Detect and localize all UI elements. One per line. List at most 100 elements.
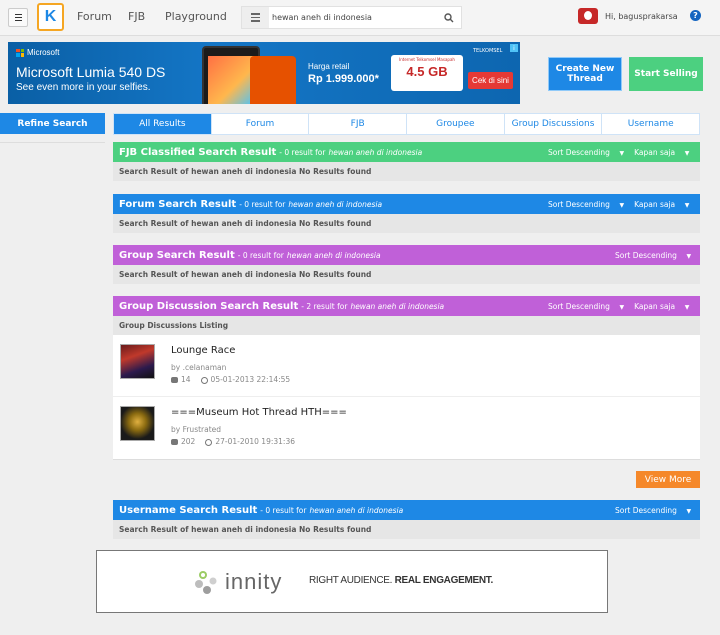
- sort-dropdown[interactable]: Sort Descending ▼: [548, 302, 624, 311]
- fjb-section: FJB Classified Search Result - 0 result …: [113, 142, 700, 181]
- result-count: - 2 result for: [301, 301, 348, 311]
- thread-date: 27-01-2010 19:31:36: [205, 437, 295, 446]
- sort-controls: Sort Descending ▼: [615, 245, 691, 265]
- microsoft-logo-icon: [16, 48, 24, 57]
- section-header: Group Search Result - 0 result for hewan…: [113, 245, 700, 265]
- user-greeting[interactable]: Hi, bagusprakarsa: [605, 12, 678, 21]
- sort-controls: Sort Descending ▼: [615, 500, 691, 520]
- search-category-button[interactable]: [242, 7, 269, 28]
- result-query: hewan aneh di indonesia: [328, 147, 423, 157]
- section-header: Group Discussion Search Result - 2 resul…: [113, 296, 700, 316]
- result-query: hewan aneh di indonesia: [350, 301, 445, 311]
- thread-date-value: 27-01-2010 19:31:36: [215, 437, 295, 446]
- section-body: Search Result of hewan aneh di indonesia…: [113, 162, 700, 181]
- ad-bottom-banner[interactable]: innity RIGHT AUDIENCE. REAL ENGAGEMENT.: [96, 550, 608, 613]
- thread-thumbnail[interactable]: [120, 406, 155, 441]
- tab-fjb[interactable]: FJB: [309, 114, 408, 134]
- ad-banner[interactable]: Microsoft Microsoft Lumia 540 DS See eve…: [8, 42, 520, 104]
- result-count: - 0 result for: [239, 199, 286, 209]
- search-icon: [444, 12, 454, 22]
- ad-data-value: 4.5 GB: [406, 64, 448, 79]
- tagline-part-a: RIGHT AUDIENCE.: [309, 575, 393, 586]
- sort-label: Sort Descending: [548, 301, 610, 311]
- search-box: [241, 6, 462, 29]
- refine-search-button[interactable]: Refine Search: [0, 113, 105, 134]
- sort-dropdown[interactable]: Sort Descending ▼: [615, 251, 691, 260]
- clock-icon: [205, 438, 213, 446]
- result-count: - 0 result for: [237, 250, 284, 260]
- thread-title[interactable]: ===Museum Hot Thread HTH===: [171, 407, 347, 418]
- chevron-down-icon: ▼: [619, 303, 625, 311]
- sort-dropdown[interactable]: Sort Descending ▼: [615, 506, 691, 515]
- section-body: Group Discussions Listing: [113, 316, 700, 335]
- forum-section: Forum Search Result - 0 result for hewan…: [113, 194, 700, 233]
- reply-count: 202: [171, 437, 195, 446]
- sort-label: Sort Descending: [615, 250, 677, 260]
- thread-title[interactable]: Lounge Race: [171, 345, 235, 356]
- thread-list: Lounge Race by .celanaman 14 05-01-2013 …: [113, 335, 700, 460]
- tab-all-results[interactable]: All Results: [114, 114, 212, 134]
- result-count: - 0 result for: [279, 147, 326, 157]
- chevron-down-icon: ▼: [684, 303, 690, 311]
- result-tabs: All Results Forum FJB Groupee Group Disc…: [113, 113, 700, 135]
- help-icon[interactable]: ?: [690, 10, 701, 21]
- list-item: ===Museum Hot Thread HTH=== by Frustrate…: [113, 397, 700, 459]
- ad-data-badge: Internet Telkomsel Masapah 4.5 GB: [391, 55, 463, 91]
- chevron-down-icon: ▼: [686, 252, 692, 260]
- tab-forum[interactable]: Forum: [212, 114, 310, 134]
- menu-button[interactable]: [8, 8, 28, 27]
- ad-price-label: Harga retail: [308, 62, 350, 71]
- comment-icon: [171, 377, 178, 383]
- nav-fjb[interactable]: FJB: [128, 10, 145, 23]
- result-query: hewan aneh di indonesia: [286, 250, 381, 260]
- reply-count-value: 14: [181, 375, 191, 384]
- phone-back-image: [250, 56, 296, 104]
- thread-meta: 14 05-01-2013 22:14:55: [171, 375, 290, 384]
- ad-data-note: Internet Telkomsel Masapah: [399, 57, 455, 62]
- group-section: Group Search Result - 0 result for hewan…: [113, 245, 700, 284]
- search-button[interactable]: [437, 7, 461, 28]
- thread-meta: 202 27-01-2010 19:31:36: [171, 437, 295, 446]
- nav-playground[interactable]: Playground: [165, 10, 227, 23]
- kaskus-logo[interactable]: K: [37, 3, 64, 31]
- thread-thumbnail[interactable]: [120, 344, 155, 379]
- tab-group-discussions[interactable]: Group Discussions: [505, 114, 603, 134]
- time-label: Kapan saja: [634, 301, 676, 311]
- innity-logo-icon: [195, 571, 217, 594]
- section-title: Group Discussion Search Result: [119, 300, 299, 312]
- thread-author[interactable]: by .celanaman: [171, 363, 226, 372]
- time-dropdown[interactable]: Kapan saja ▼: [634, 200, 689, 209]
- sort-controls: Sort Descending ▼ Kapan saja ▼: [548, 194, 689, 214]
- time-dropdown[interactable]: Kapan saja ▼: [634, 148, 689, 157]
- result-count: - 0 result for: [260, 505, 307, 515]
- section-header: FJB Classified Search Result - 0 result …: [113, 142, 700, 162]
- chevron-down-icon: ▼: [684, 149, 690, 157]
- sort-dropdown[interactable]: Sort Descending ▼: [548, 148, 624, 157]
- tab-groupee[interactable]: Groupee: [407, 114, 505, 134]
- ad-cta-button[interactable]: Cek di sini: [468, 72, 513, 89]
- tagline-part-b: REAL ENGAGEMENT.: [394, 575, 494, 586]
- thread-author[interactable]: by Frustrated: [171, 425, 221, 434]
- sort-label: Sort Descending: [548, 199, 610, 209]
- sort-dropdown[interactable]: Sort Descending ▼: [548, 200, 624, 209]
- start-selling-button[interactable]: Start Selling: [629, 57, 703, 91]
- chevron-down-icon: ▼: [619, 201, 625, 209]
- nav-forum[interactable]: Forum: [77, 10, 112, 23]
- section-title: Username Search Result: [119, 504, 258, 516]
- list-item: Lounge Race by .celanaman 14 05-01-2013 …: [113, 335, 700, 397]
- view-more-button[interactable]: View More: [636, 471, 700, 488]
- result-query: hewan aneh di indonesia: [288, 199, 383, 209]
- sort-label: Sort Descending: [548, 147, 610, 157]
- ad-brand: Microsoft: [27, 48, 60, 57]
- avatar[interactable]: [578, 8, 598, 24]
- tab-username[interactable]: Username: [602, 114, 699, 134]
- search-input[interactable]: [272, 7, 438, 28]
- section-body: Search Result of hewan aneh di indonesia…: [113, 214, 700, 233]
- ad-info-icon[interactable]: i: [510, 44, 518, 52]
- ad-title: Microsoft Lumia 540 DS: [16, 64, 166, 80]
- time-dropdown[interactable]: Kapan saja ▼: [634, 302, 689, 311]
- time-label: Kapan saja: [634, 147, 676, 157]
- create-thread-button[interactable]: Create New Thread: [548, 57, 622, 91]
- result-query: hewan aneh di indonesia: [309, 505, 404, 515]
- reply-count-value: 202: [181, 437, 196, 446]
